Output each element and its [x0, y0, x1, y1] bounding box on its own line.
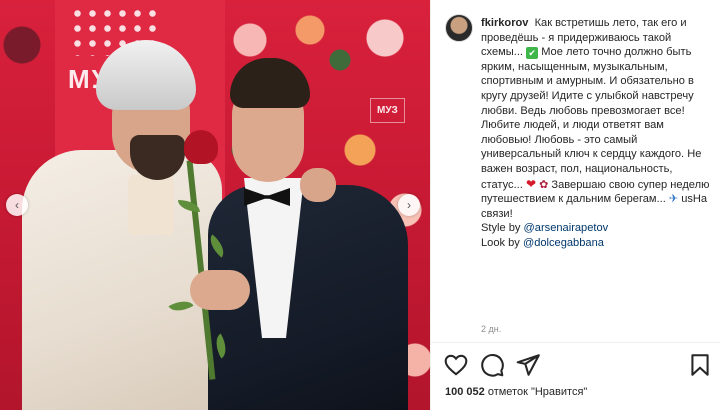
look-credit-label: Look by [481, 236, 523, 249]
post-photo[interactable]: МУ МУЗ ‹ › [0, 0, 430, 410]
divider [431, 342, 720, 343]
hand-holding-rose [190, 270, 250, 310]
post-sidebar: fkirkorov Как встретишь лето, так его и … [430, 0, 720, 410]
check-mark-icon: ✔ [526, 47, 539, 60]
likes-number: 100 052 [445, 386, 485, 398]
shirt-collar [128, 175, 174, 235]
likes-count[interactable]: 100 052 отметок "Нравится" [445, 386, 587, 398]
post-timestamp[interactable]: 2 дн. [481, 324, 501, 334]
airplane-emoji-icon: ✈ [668, 193, 679, 206]
look-credit: Look by @dolcegabbana [481, 236, 713, 251]
caption-line-2: Мое лето точно должно быть ярким, насыще… [481, 46, 702, 191]
speech-bubble-icon[interactable] [479, 352, 505, 378]
username-link[interactable]: fkirkorov [481, 17, 528, 29]
heart-emoji-icon: ❤ [525, 176, 537, 191]
flower-cluster [0, 10, 50, 80]
bouquet-emoji-icon: ✿ [539, 178, 549, 191]
avatar[interactable] [445, 14, 473, 42]
instagram-post: МУ МУЗ ‹ › fkirkorov Как встретишь лето,… [0, 0, 720, 410]
mention-brand[interactable]: @dolcegabbana [523, 237, 604, 249]
red-rose [184, 130, 218, 164]
mention-stylist[interactable]: @arsenairapetov [524, 222, 609, 234]
chevron-right-icon[interactable]: › [398, 194, 420, 216]
style-credit: Style by @arsenairapetov [481, 221, 713, 236]
author-block [445, 14, 473, 42]
style-credit-label: Style by [481, 222, 524, 235]
backdrop-logo-small: МУЗ [370, 98, 405, 123]
post-caption: fkirkorov Как встретишь лето, так его и … [481, 16, 713, 251]
likes-label: отметок "Нравится" [487, 386, 588, 398]
bookmark-icon[interactable] [687, 352, 713, 378]
paper-plane-icon[interactable] [515, 352, 541, 378]
action-bar [443, 352, 713, 378]
hand-on-shoulder [300, 168, 336, 202]
chevron-left-icon[interactable]: ‹ [6, 194, 28, 216]
heart-outline-icon[interactable] [443, 352, 469, 378]
